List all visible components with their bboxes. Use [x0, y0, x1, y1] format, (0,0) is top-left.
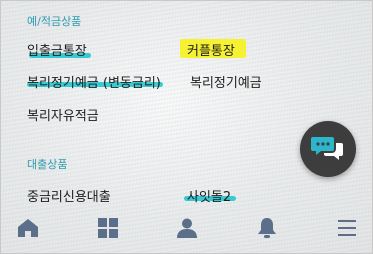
app-frame: 예/적금상품 입출금통장 커플통장 복리정기예금 (변동금리) 복리정기예금 복…	[0, 0, 373, 254]
product-item-savings[interactable]: 복리자유적금	[27, 105, 99, 124]
section-title-deposit: 예/적금상품	[27, 15, 82, 28]
product-item-mid-rate-loan[interactable]: 중금리신용대출	[27, 186, 111, 205]
menu-icon[interactable]	[336, 217, 358, 239]
bottom-tab-bar	[2, 209, 373, 253]
bell-icon[interactable]	[256, 217, 278, 239]
product-item-compound[interactable]: 복리정기예금	[190, 72, 262, 91]
chat-fab-button[interactable]	[300, 121, 356, 177]
product-item-saitdol2[interactable]: 사잇돌2	[187, 186, 231, 205]
grid-icon[interactable]	[97, 217, 119, 239]
home-icon[interactable]	[17, 217, 39, 239]
chat-bubbles-icon	[311, 137, 343, 160]
product-item-couple[interactable]: 커플통장	[187, 40, 235, 59]
product-item-checking[interactable]: 입출금통장	[27, 40, 87, 59]
section-title-loan: 대출상품	[27, 158, 68, 171]
product-item-compound-variable[interactable]: 복리정기예금 (변동금리)	[27, 72, 161, 91]
person-icon[interactable]	[176, 217, 198, 239]
